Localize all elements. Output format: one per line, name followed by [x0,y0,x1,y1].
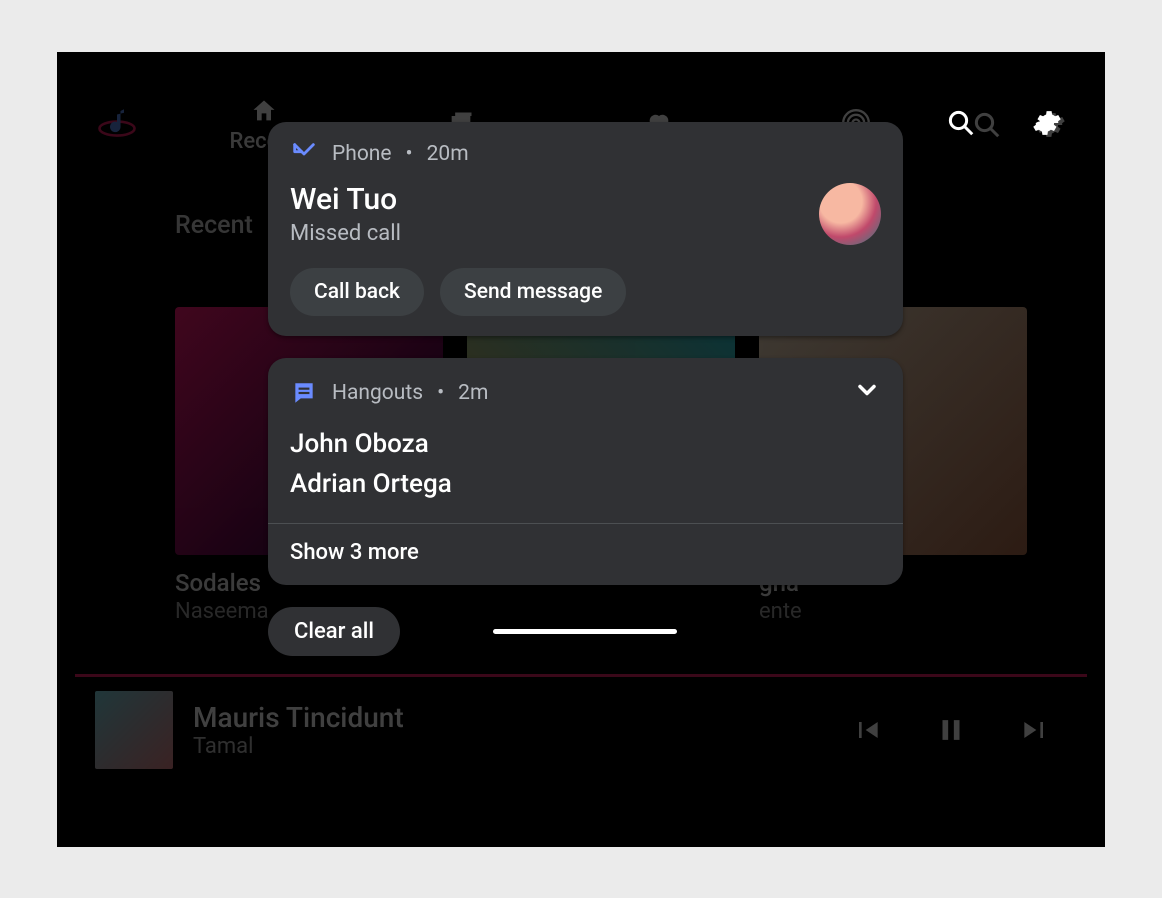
search-button[interactable] [933,95,989,151]
previous-track-button[interactable] [835,698,899,762]
notification-header: Phone • 20m [290,140,881,168]
phone-missed-icon [290,140,318,168]
settings-button[interactable] [1019,95,1075,151]
notification-title: Wei Tuo [290,182,799,217]
app-logo [93,101,141,149]
notification-actions: Call back Send message [290,268,881,316]
skip-next-icon [1019,714,1051,746]
clear-all-button[interactable]: Clear all [268,607,400,656]
notification-body: Wei Tuo Missed call [290,182,881,246]
search-icon [946,108,976,138]
home-handle[interactable] [493,629,677,634]
notification-shade: Phone • 20m Wei Tuo Missed call Call bac… [268,122,903,661]
next-track-button[interactable] [1003,698,1067,762]
show-more-button[interactable]: Show 3 more [290,524,881,565]
play-pause-button[interactable] [919,698,983,762]
gear-icon [1032,108,1062,138]
chat-icon [290,379,318,407]
notification-phone[interactable]: Phone • 20m Wei Tuo Missed call Call bac… [268,122,903,336]
contact-avatar [819,183,881,245]
shade-footer: Clear all [268,607,903,661]
send-message-button[interactable]: Send message [440,268,626,316]
sender-name: John Oboza [290,424,881,464]
pause-icon [934,713,968,747]
notification-hangouts[interactable]: Hangouts • 2m John Oboza Adrian Ortega S… [268,358,903,585]
expand-button[interactable] [853,376,881,410]
dot-separator: • [406,142,413,166]
notification-app-name: Hangouts [332,381,423,405]
home-icon [250,97,278,125]
skip-previous-icon [851,714,883,746]
chevron-down-icon [853,376,881,404]
now-playing-text: Mauris Tincidunt Tamal [193,701,815,759]
device-frame: Recent [57,52,1105,847]
now-playing-artist: Tamal [193,734,815,759]
notification-time: 2m [458,381,488,405]
notification-time: 20m [427,142,469,166]
notification-header: Hangouts • 2m [290,376,881,410]
notification-senders: John Oboza Adrian Ortega [290,424,881,505]
now-playing-title: Mauris Tincidunt [193,701,815,734]
now-playing-bar[interactable]: Mauris Tincidunt Tamal [75,674,1087,782]
call-back-button[interactable]: Call back [290,268,424,316]
now-playing-art [95,691,173,769]
notification-app-name: Phone [332,142,392,166]
sender-name: Adrian Ortega [290,464,881,504]
dot-separator: • [437,381,444,405]
notification-subtitle: Missed call [290,221,799,246]
